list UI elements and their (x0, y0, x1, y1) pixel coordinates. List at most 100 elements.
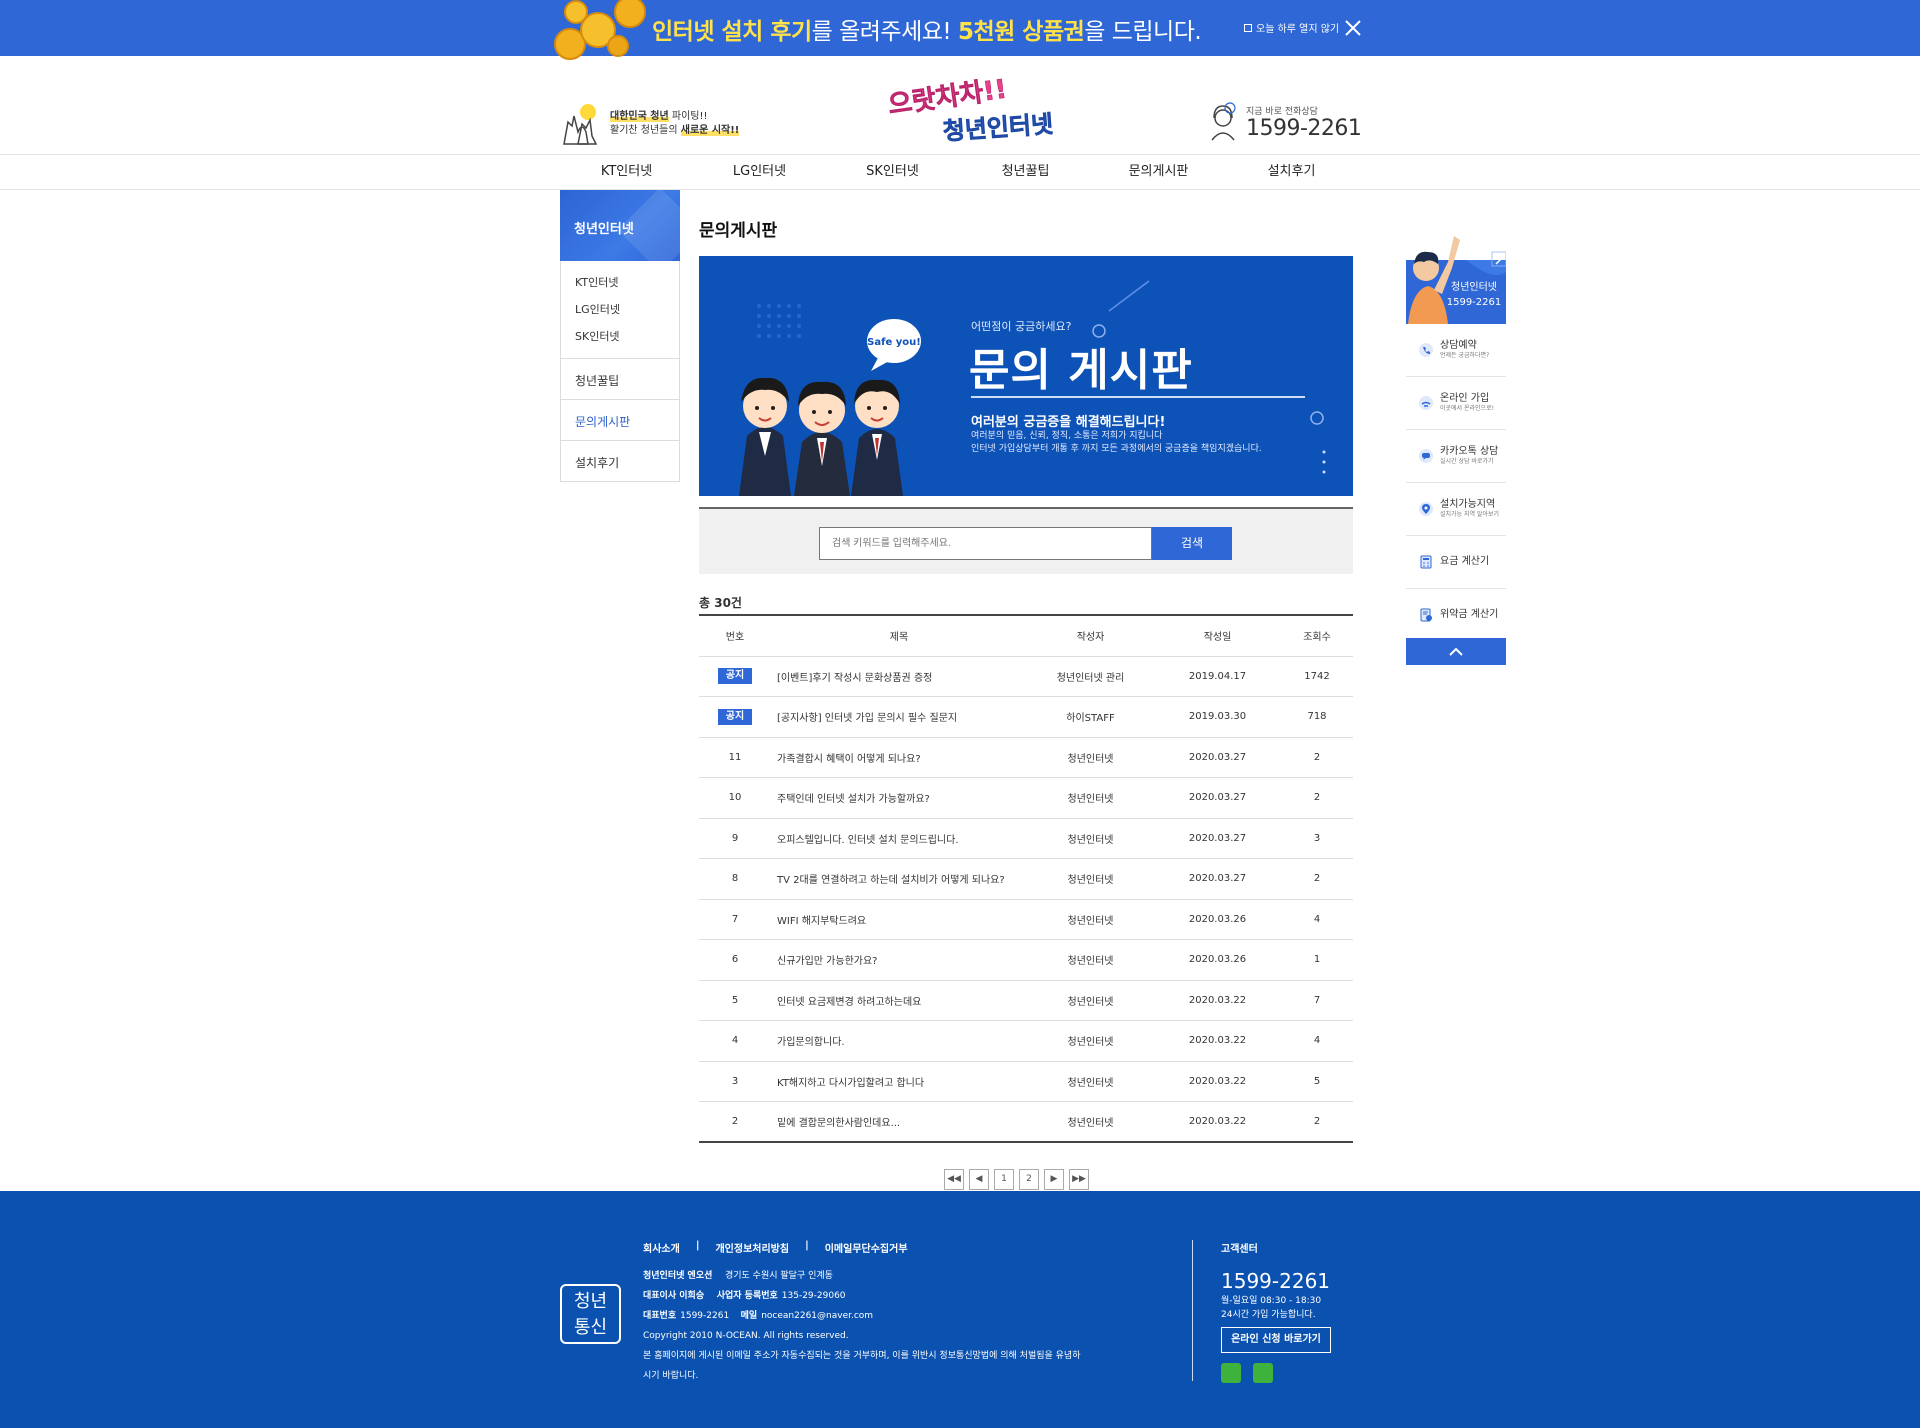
row-number: 2 (699, 1101, 771, 1143)
prev-page-button[interactable]: ◀ (969, 1169, 989, 1190)
phone-label: 지금 바로 전화상담 (1246, 106, 1318, 117)
company-info: 청년인터넷 엔오션 경기도 수원시 팔달구 인계동 대표이사 이희승 사업자 등… (643, 1266, 1081, 1386)
board-search: 검색 (699, 507, 1353, 574)
footer-link-company[interactable]: 회사소개 (643, 1240, 680, 1255)
row-views: 2 (1281, 777, 1353, 819)
page-1-button[interactable]: 1 (994, 1169, 1014, 1190)
col-number: 번호 (699, 615, 771, 657)
phone-consult[interactable]: 지금 바로 전화상담 1599-2261 (1206, 102, 1362, 142)
nav-item-board[interactable]: 문의게시판 (1092, 155, 1225, 191)
row-title[interactable]: 신규가입만 가능한가요? (771, 939, 1027, 981)
quick-menu-header[interactable]: 청년인터넷 1599-2261 (1404, 232, 1506, 324)
table-row[interactable]: 7 WIFI 해지부탁드려요 청년인터넷 2020.03.26 4 (699, 899, 1353, 940)
cs-hours: 24시간 가입 가능합니다. (1221, 1310, 1316, 1320)
table-row[interactable]: 10 주택인데 인터넷 설치가 가능할까요? 청년인터넷 2020.03.27 2 (699, 777, 1353, 819)
blog-icon[interactable] (1221, 1363, 1241, 1383)
row-date: 2020.03.27 (1154, 777, 1281, 819)
online-apply-button[interactable]: 온라인 신청 바로가기 (1221, 1327, 1331, 1353)
table-row[interactable]: 11 가족결합시 혜택이 어떻게 되나요? 청년인터넷 2020.03.27 2 (699, 737, 1353, 778)
row-title[interactable]: 가입문의합니다. (771, 1020, 1027, 1062)
dont-show-today[interactable]: 오늘 하루 열지 않기 (1244, 20, 1339, 35)
table-row[interactable]: 공지 [공지사항] 인터넷 가입 문의시 필수 질문지 하이STAFF 2019.03… (699, 696, 1353, 738)
site-logo[interactable]: 으랏차차!! 청년인터넷 (885, 76, 1085, 142)
row-date: 2019.03.30 (1154, 696, 1281, 738)
side-menu-group: KT인터넷 LG인터넷 SK인터넷 (560, 261, 680, 359)
row-author: 청년인터넷 (1027, 858, 1154, 900)
table-row[interactable]: 3 KT해지하고 다시가입할려고 합니다 청년인터넷 2020.03.22 5 (699, 1061, 1353, 1102)
nav-item-reviews[interactable]: 설치후기 (1225, 155, 1358, 191)
page-2-button[interactable]: 2 (1019, 1169, 1039, 1190)
side-item-lg[interactable]: LG인터넷 (575, 296, 679, 323)
nav-item-tips[interactable]: 청년꿀팁 (959, 155, 1092, 191)
next-page-button[interactable]: ▶ (1044, 1169, 1064, 1190)
row-views: 3 (1281, 818, 1353, 859)
row-title[interactable]: TV 2대를 연결하려고 하는데 설치비가 어떻게 되나요? (771, 858, 1027, 900)
row-title[interactable]: 인터넷 요금제변경 하려고하는데요 (771, 980, 1027, 1021)
nav-item-kt[interactable]: KT인터넷 (560, 155, 693, 191)
table-row[interactable]: 공지 [이벤트]후기 작성시 문화상품권 증정 청년인터넷 관리 2019.04.17… (699, 656, 1353, 697)
scroll-top-button[interactable] (1406, 638, 1506, 665)
footer-link-email-policy[interactable]: 이메일무단수집거부 (825, 1240, 908, 1255)
board-banner: Safe you! 어떤점이 궁금하세요? 문의 게시판 여러분의 궁금증을 해… (699, 256, 1353, 496)
banner-description: 여러분의 믿음, 신뢰, 정직, 소통은 저희가 지킵니다 인터넷 가입상담부터… (971, 430, 1262, 456)
side-item-reviews[interactable]: 설치후기 (560, 441, 680, 482)
search-input[interactable] (819, 527, 1152, 560)
footer-logo-line: 통신 (573, 1317, 608, 1338)
nav-item-sk[interactable]: SK인터넷 (826, 155, 959, 191)
row-author: 청년인터넷 (1027, 737, 1154, 778)
talk-icon[interactable] (1253, 1363, 1273, 1383)
search-button[interactable]: 검색 (1152, 527, 1232, 560)
row-views: 4 (1281, 1020, 1353, 1062)
checkbox[interactable] (1244, 23, 1252, 32)
quick-item-penalty-calc[interactable]: 위약금 계산기 (1406, 589, 1506, 642)
col-author: 작성자 (1027, 615, 1154, 657)
side-item-sk[interactable]: SK인터넷 (575, 323, 679, 350)
footer-logo-line: 청년 (573, 1291, 608, 1312)
banner-badge: Safe you! (867, 337, 921, 348)
nav-item-lg[interactable]: LG인터넷 (693, 155, 826, 191)
promo-message: 인터넷 설치 후기를 올려주세요! 5천원 상품권을 드립니다. (652, 19, 1202, 45)
row-title[interactable]: KT해지하고 다시가입할려고 합니다 (771, 1061, 1027, 1102)
side-item-board[interactable]: 문의게시판 (560, 400, 680, 441)
quick-item-fee-calc[interactable]: 요금 계산기 (1406, 536, 1506, 589)
table-row[interactable]: 8 TV 2대를 연결하려고 하는데 설치비가 어떻게 되나요? 청년인터넷 2020… (699, 858, 1353, 900)
row-title[interactable]: 가족결합시 혜택이 어떻게 되나요? (771, 737, 1027, 778)
sns-links (1221, 1363, 1331, 1383)
cs-number: 1599-2261 (1221, 1269, 1331, 1293)
table-row[interactable]: 4 가입문의합니다. 청년인터넷 2020.03.22 4 (699, 1020, 1353, 1062)
row-title[interactable]: 밑에 결합문의한사람인데요... (771, 1101, 1027, 1143)
table-row[interactable]: 6 신규가입만 가능한가요? 청년인터넷 2020.03.26 1 (699, 939, 1353, 981)
biz-label: 사업자 등록번호 (716, 1291, 778, 1301)
quick-item-reservation[interactable]: 상담예약 언제든 궁금하다면? (1406, 324, 1506, 377)
company-name: 청년인터넷 엔오션 (643, 1271, 713, 1281)
quick-item-sub: 실시간 상담 바로가기 (1440, 458, 1494, 465)
side-item-tips[interactable]: 청년꿀팁 (560, 359, 680, 400)
row-number: 공지 (699, 656, 771, 697)
quick-item-kakao[interactable]: 카카오톡 상담 실시간 상담 바로가기 (1406, 430, 1506, 483)
table-row[interactable]: 9 오피스텔입니다. 인터넷 설치 문의드립니다. 청년인터넷 2020.03.27 3 (699, 818, 1353, 859)
last-page-button[interactable]: ▶▶ (1069, 1169, 1089, 1190)
row-title[interactable]: [이벤트]후기 작성시 문화상품권 증정 (771, 656, 1027, 697)
table-row[interactable]: 5 인터넷 요금제변경 하려고하는데요 청년인터넷 2020.03.22 7 (699, 980, 1353, 1021)
quick-item-area[interactable]: 설치가능지역 설치가능 지역 알아보기 (1406, 483, 1506, 536)
quick-title: 청년인터넷 (1451, 281, 1497, 293)
banner-subtitle: 여러분의 궁금증을 해결해드립니다! (971, 415, 1166, 430)
row-title[interactable]: WIFI 해지부탁드려요 (771, 899, 1027, 940)
quick-item-label: 위약금 계산기 (1440, 609, 1499, 620)
banner-title: 문의 게시판 (969, 345, 1193, 396)
chat-icon (1419, 449, 1433, 463)
email-notice: 본 홈페이지에 게시된 이메일 주소가 자동수집되는 것을 거부하며, 이를 위… (643, 1351, 1081, 1361)
table-row[interactable]: 2 밑에 결합문의한사람인데요... 청년인터넷 2020.03.22 2 (699, 1101, 1353, 1143)
close-icon[interactable] (1343, 18, 1363, 38)
footer-link-privacy[interactable]: 개인정보처리방침 (715, 1240, 789, 1255)
row-views: 7 (1281, 980, 1353, 1021)
first-page-button[interactable]: ◀◀ (944, 1169, 964, 1190)
row-title[interactable]: 주택인데 인터넷 설치가 가능할까요? (771, 777, 1027, 819)
col-title: 제목 (771, 615, 1027, 657)
row-author: 청년인터넷 (1027, 939, 1154, 981)
row-views: 5 (1281, 1061, 1353, 1102)
side-item-kt[interactable]: KT인터넷 (575, 269, 679, 296)
quick-item-online-join[interactable]: 온라인 가입 이곳에서 온라인으로! (1406, 377, 1506, 430)
row-title[interactable]: 오피스텔입니다. 인터넷 설치 문의드립니다. (771, 818, 1027, 859)
row-title[interactable]: [공지사항] 인터넷 가입 문의시 필수 질문지 (771, 696, 1027, 738)
